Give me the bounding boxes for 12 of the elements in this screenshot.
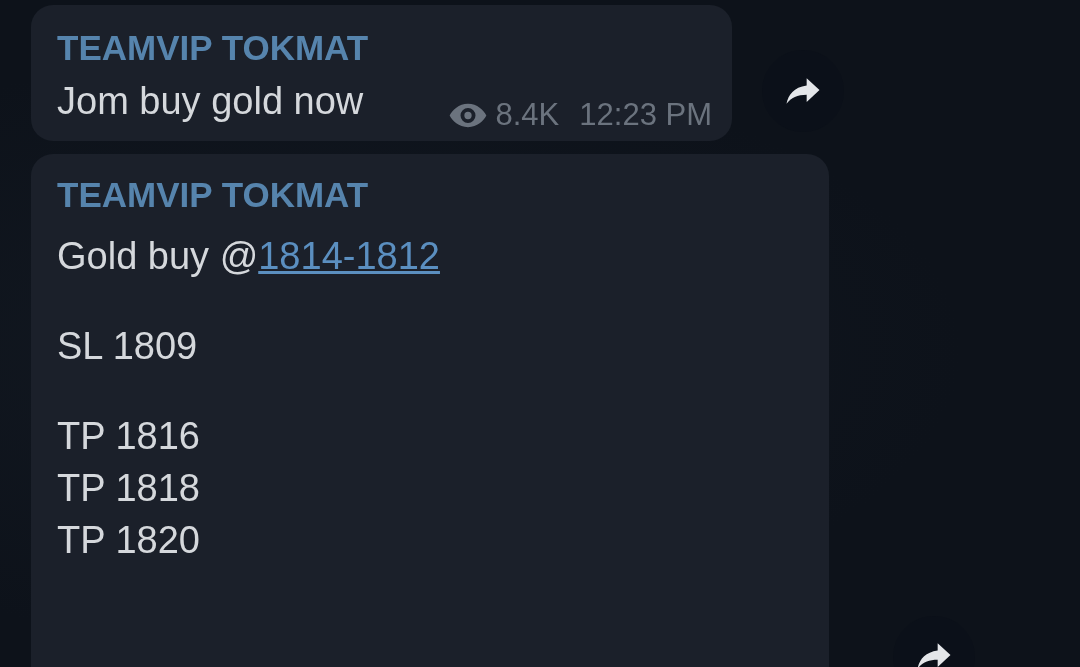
message-line: TP 1816 [57,414,201,459]
message-text: Gold buy @ [57,235,259,277]
message-line: SL 1809 [57,324,199,369]
views-icon [447,101,488,129]
price-link[interactable]: 1814-1812 [258,235,440,277]
sender-name: TEAMVIP TOKMAT [57,174,370,216]
message-line: TP 1818 [57,466,201,511]
view-count: 8.4K [495,97,560,133]
sender-name: TEAMVIP TOKMAT [57,27,370,69]
message-time: 12:23 PM [579,97,712,133]
message-line: TP 1820 [57,518,201,563]
message-text: Jom buy gold now [57,79,364,124]
